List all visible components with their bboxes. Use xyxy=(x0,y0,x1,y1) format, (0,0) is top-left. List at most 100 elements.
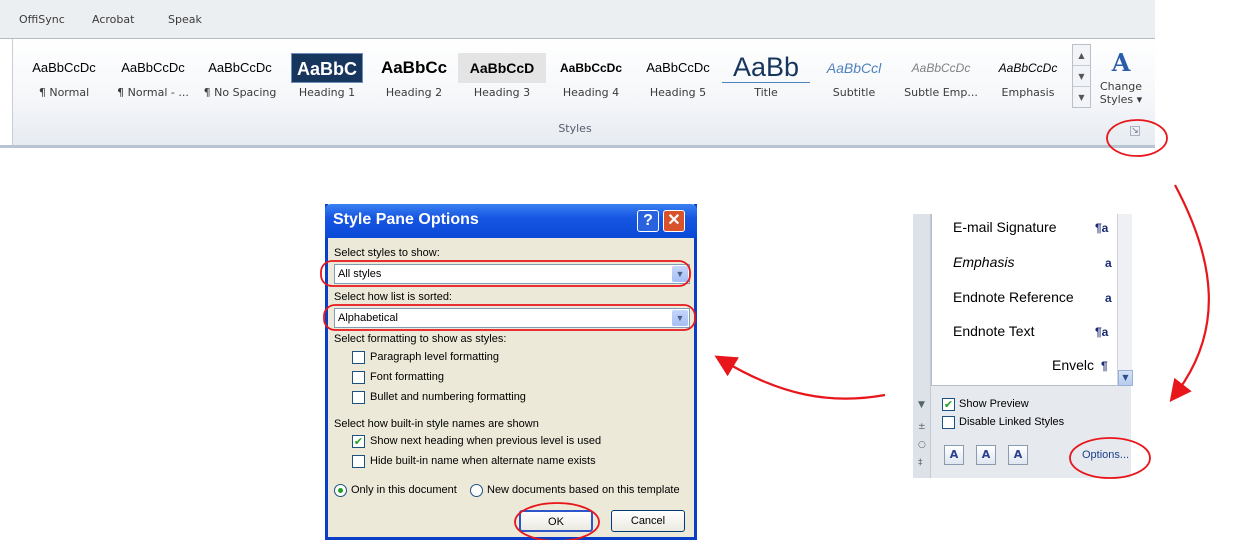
bullet-formatting-checkbox[interactable] xyxy=(352,391,365,404)
gallery-scroll-buttons: ▲ ▼ ▼ xyxy=(1072,44,1091,108)
gallery-style-heading-4[interactable]: AaBbCcDc Heading 4 xyxy=(547,53,635,103)
hide-builtin-checkbox[interactable] xyxy=(352,455,365,468)
select-styles-dropdown[interactable]: All styles ▼ xyxy=(334,264,690,284)
style-preview: AaBbCcDc xyxy=(32,60,96,75)
style-preview: AaBbCcDc xyxy=(208,60,272,75)
bullet-formatting-label: Bullet and numbering formatting xyxy=(370,391,526,403)
scroll-down-icon[interactable]: ▼ xyxy=(1118,370,1133,386)
change-styles-label: Change Styles ▾ xyxy=(1099,80,1143,106)
style-preview: AaBbCcDc xyxy=(998,61,1058,75)
style-preview: AaBbCcD xyxy=(458,53,546,83)
new-documents-radio[interactable] xyxy=(470,484,483,497)
pane-move-icon[interactable]: ± xyxy=(918,422,926,432)
style-item-endnote-reference[interactable]: Endnote Reference xyxy=(953,289,1074,305)
show-preview-checkbox[interactable]: ✔ xyxy=(942,398,955,411)
select-styles-value: All styles xyxy=(338,268,382,280)
show-next-heading-checkbox[interactable]: ✔ xyxy=(352,435,365,448)
font-formatting-label: Font formatting xyxy=(370,371,444,383)
ribbon-tab-bar: OffiSync Acrobat Speak xyxy=(0,0,1155,38)
styles-list-scrollbar[interactable]: ▼ xyxy=(1117,214,1133,386)
ribbon-bottom-edge xyxy=(0,145,1155,148)
style-item-envelope[interactable]: Envelc xyxy=(1052,357,1094,373)
font-formatting-checkbox[interactable] xyxy=(352,371,365,384)
character-style-icon: a xyxy=(1105,291,1112,305)
style-item-email-signature[interactable]: E-mail Signature xyxy=(953,219,1057,235)
style-name: Heading 5 xyxy=(649,86,707,99)
style-name: ¶ Normal xyxy=(38,86,90,99)
style-name: Subtle Emp... xyxy=(904,86,978,99)
dialog-launcher-icon[interactable]: ↘ xyxy=(1130,126,1140,136)
paragraph-char-icon: ¶a xyxy=(1095,325,1109,339)
gallery-style-title[interactable]: AaBb Title xyxy=(722,53,810,103)
manage-styles-icon[interactable]: A xyxy=(1008,445,1028,465)
styles-group-label: Styles xyxy=(558,122,592,135)
disable-linked-label: Disable Linked Styles xyxy=(959,416,1065,428)
formatting-label: Select formatting to show as styles: xyxy=(334,333,507,345)
style-preview: AaBbCcDc xyxy=(559,61,622,75)
tab-offisync[interactable]: OffiSync xyxy=(19,13,65,26)
only-this-document-radio[interactable] xyxy=(334,484,347,497)
sort-dropdown[interactable]: Alphabetical ▼ xyxy=(334,308,690,328)
gallery-more-icon[interactable]: ▼ xyxy=(1073,87,1090,108)
options-link[interactable]: Options... xyxy=(1082,449,1129,461)
change-styles-icon: A xyxy=(1111,48,1131,77)
style-name: Heading 3 xyxy=(473,86,531,99)
gallery-style-normal[interactable]: AaBbCcDc ¶ Normal xyxy=(20,53,108,103)
style-name: ¶ No Spacing xyxy=(203,86,277,99)
builtin-label: Select how built-in style names are show… xyxy=(334,418,539,430)
cancel-button[interactable]: Cancel xyxy=(611,510,685,532)
gallery-style-normal-alt[interactable]: AaBbCcDc ¶ Normal - ... xyxy=(109,53,197,103)
show-next-heading-label: Show next heading when previous level is… xyxy=(370,435,602,447)
styles-pane-sidebar xyxy=(913,214,931,478)
dialog-titlebar[interactable]: Style Pane Options ? ✕ xyxy=(325,204,697,238)
show-preview-label: Show Preview xyxy=(959,398,1029,410)
pane-resize-icon[interactable]: ‡ xyxy=(918,458,923,468)
gallery-style-heading-2[interactable]: AaBbCc Heading 2 xyxy=(370,53,458,103)
only-this-document-label: Only in this document xyxy=(351,484,457,496)
hide-builtin-label: Hide built-in name when alternate name e… xyxy=(370,455,596,467)
style-name: Subtitle xyxy=(832,86,876,99)
chevron-down-icon[interactable]: ▼ xyxy=(672,266,688,282)
gallery-style-heading-3[interactable]: AaBbCcD Heading 3 xyxy=(458,53,546,103)
sort-label: Select how list is sorted: xyxy=(334,291,452,303)
style-preview: AaBbCcDc xyxy=(646,60,710,75)
help-icon[interactable]: ? xyxy=(637,210,659,232)
new-style-icon[interactable]: A xyxy=(944,445,964,465)
style-name: ¶ Normal - ... xyxy=(117,86,189,99)
gallery-style-heading-1[interactable]: AaBbC Heading 1 xyxy=(283,53,371,103)
tab-acrobat[interactable]: Acrobat xyxy=(92,13,134,26)
dialog-title: Style Pane Options xyxy=(333,211,479,228)
disable-linked-checkbox[interactable] xyxy=(942,416,955,429)
chevron-down-icon[interactable]: ▼ xyxy=(672,310,688,326)
pane-circle-icon[interactable]: ○ xyxy=(918,440,926,450)
style-name: Heading 4 xyxy=(562,86,620,99)
gallery-style-subtitle[interactable]: AaBbCcl Subtitle xyxy=(810,53,898,103)
style-item-endnote-text[interactable]: Endnote Text xyxy=(953,323,1034,339)
gallery-style-no-spacing[interactable]: AaBbCcDc ¶ No Spacing xyxy=(196,53,284,103)
arrow-to-dialog xyxy=(714,355,886,400)
paragraph-formatting-label: Paragraph level formatting xyxy=(370,351,500,363)
gallery-scroll-up-icon[interactable]: ▲ xyxy=(1073,45,1090,66)
ok-button[interactable]: OK xyxy=(519,510,593,532)
gallery-style-emphasis[interactable]: AaBbCcDc Emphasis xyxy=(984,53,1072,103)
select-styles-label: Select styles to show: xyxy=(334,247,440,259)
style-name: Heading 1 xyxy=(298,86,356,99)
style-preview: AaBbCc xyxy=(380,58,448,77)
arrow-to-options xyxy=(1169,184,1210,402)
style-name: Title xyxy=(754,86,778,99)
gallery-style-heading-5[interactable]: AaBbCcDc Heading 5 xyxy=(634,53,722,103)
pane-collapse-icon[interactable]: ▼ xyxy=(918,400,925,410)
paragraph-formatting-checkbox[interactable] xyxy=(352,351,365,364)
style-preview: AaBb xyxy=(722,53,810,83)
tab-speak[interactable]: Speak xyxy=(168,13,202,26)
style-preview: AaBbCcl xyxy=(826,60,882,76)
style-inspector-icon[interactable]: A xyxy=(976,445,996,465)
close-icon[interactable]: ✕ xyxy=(663,210,685,232)
change-styles-button[interactable]: A Change Styles ▾ xyxy=(1095,48,1147,107)
style-item-emphasis[interactable]: Emphasis xyxy=(953,254,1014,270)
gallery-style-subtle-emphasis[interactable]: AaBbCcDc Subtle Emp... xyxy=(897,53,985,103)
style-preview: AaBbCcDc xyxy=(911,61,971,75)
style-preview: AaBbC xyxy=(291,53,363,83)
gallery-scroll-down-icon[interactable]: ▼ xyxy=(1073,66,1090,87)
style-name: Emphasis xyxy=(1001,86,1055,99)
